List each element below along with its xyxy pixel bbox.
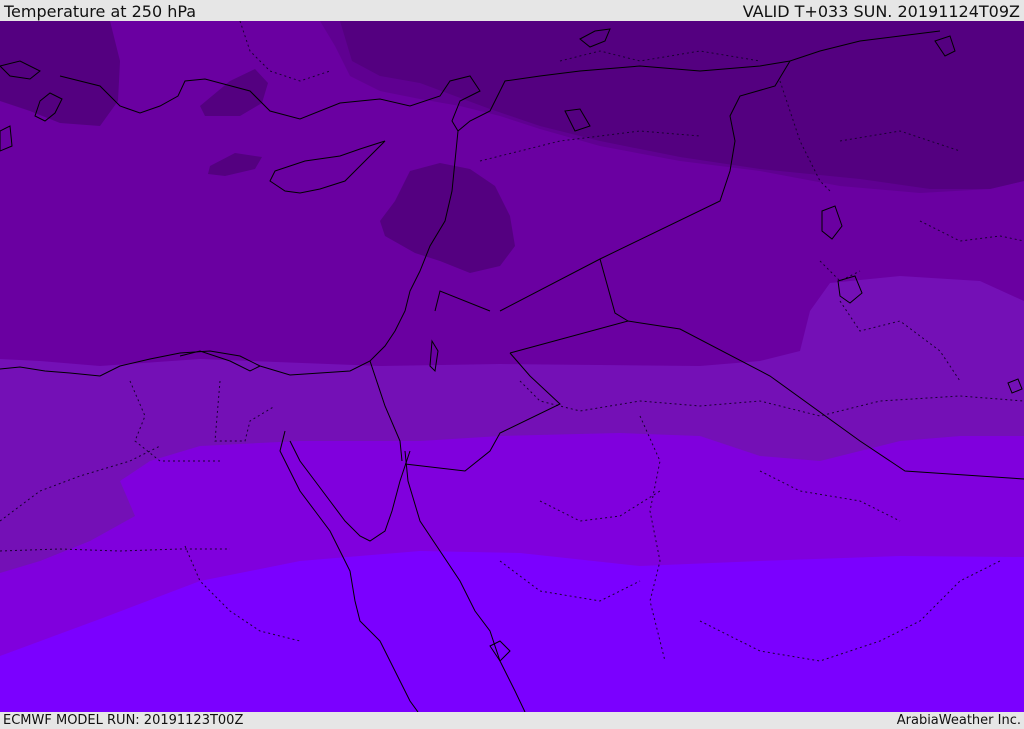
header-bar: Temperature at 250 hPa VALID T+033 SUN. …: [0, 0, 1024, 21]
credit-label: ArabiaWeather Inc.: [896, 713, 1021, 728]
temperature-map[interactable]: [0, 21, 1024, 712]
model-run-label: ECMWF MODEL RUN: 20191123T00Z: [3, 713, 244, 728]
valid-time-label: VALID T+033 SUN. 20191124T09Z: [742, 2, 1020, 21]
map-canvas: [0, 21, 1024, 712]
footer-bar: ECMWF MODEL RUN: 20191123T00Z ArabiaWeat…: [0, 712, 1024, 729]
map-title: Temperature at 250 hPa: [4, 2, 197, 21]
